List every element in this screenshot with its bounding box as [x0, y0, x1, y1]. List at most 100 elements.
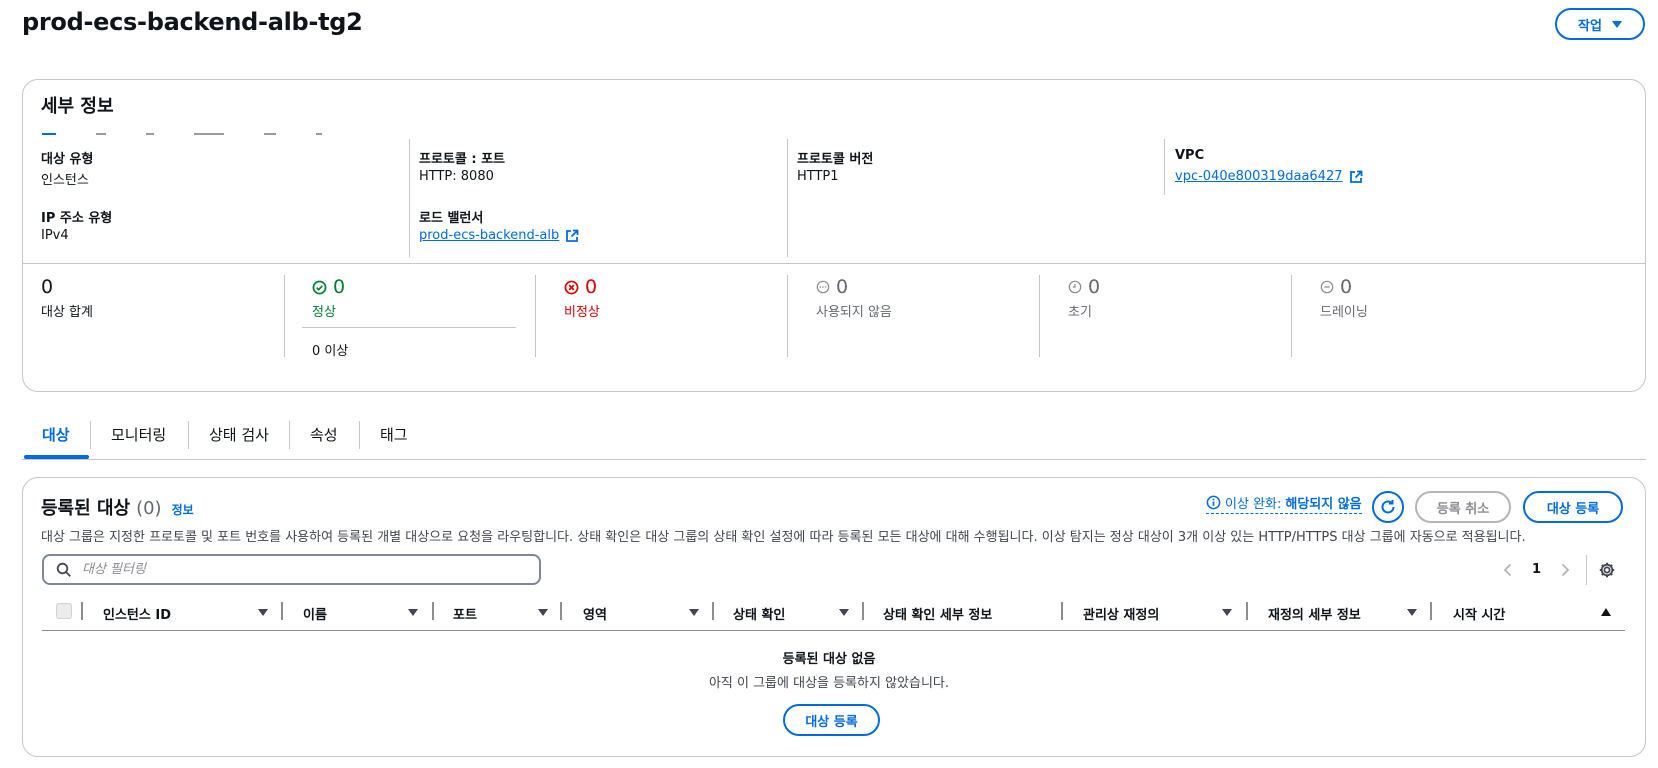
target-type-label: 대상 유형: [41, 152, 94, 167]
tab-monitoring[interactable]: 모니터링: [111, 424, 166, 445]
total-targets-count: 0: [41, 276, 54, 298]
protocol-version-value: HTTP1: [797, 169, 839, 184]
stat-divider: [1291, 275, 1292, 357]
protocol-port-label: 프로토콜 : 포트: [419, 152, 506, 167]
targets-count: (0): [136, 498, 162, 519]
anomaly-value: 해당되지 않음: [1285, 497, 1362, 512]
tab-attributes[interactable]: 속성: [310, 424, 338, 445]
sort-caret-icon[interactable]: [1407, 609, 1417, 616]
targets-title: 등록된 대상: [41, 498, 131, 519]
error-circle-icon: [564, 280, 579, 294]
targets-header: 등록된 대상 (0) 정보: [41, 494, 194, 520]
tab-targets[interactable]: 대상: [42, 424, 70, 445]
target-type-value: 인스턴스: [41, 173, 89, 188]
active-tab-indicator: [24, 455, 89, 459]
stat-divider: [1039, 275, 1040, 357]
next-page-icon[interactable]: [1560, 563, 1570, 577]
column-header-admin-override[interactable]: 관리상 재정의: [1083, 604, 1159, 623]
tab-health-checks[interactable]: 상태 검사: [209, 424, 269, 445]
actions-dropdown-button[interactable]: 작업: [1555, 8, 1645, 40]
initial-label: 초기: [1068, 305, 1092, 320]
register-targets-button[interactable]: 대상 등록: [1523, 491, 1623, 523]
sort-caret-icon[interactable]: [258, 609, 268, 616]
column-header-health-status[interactable]: 상태 확인: [733, 604, 785, 623]
sort-ascending-icon[interactable]: [1601, 608, 1611, 616]
column-separator: [1061, 602, 1063, 620]
table-header-divider: [42, 630, 1625, 631]
current-page-number[interactable]: 1: [1532, 562, 1541, 577]
sort-caret-icon[interactable]: [1222, 609, 1232, 616]
actions-button-label: 작업: [1578, 18, 1602, 34]
healthy-subdivider: [302, 327, 516, 328]
tab-separator: [188, 421, 189, 449]
target-filter-field[interactable]: [42, 554, 541, 585]
tab-tags[interactable]: 태그: [380, 424, 408, 445]
sort-caret-icon[interactable]: [839, 609, 849, 616]
vpc-link[interactable]: vpc-040e800319daa6427: [1175, 169, 1363, 184]
page-title: prod-ecs-backend-alb-tg2: [22, 8, 363, 36]
column-header-health-details[interactable]: 상태 확인 세부 정보: [883, 604, 992, 623]
column-separator: [432, 602, 434, 620]
target-filter-input[interactable]: [82, 562, 522, 577]
refresh-icon: [1381, 500, 1395, 514]
unused-count: 0: [816, 276, 848, 298]
column-divider: [787, 139, 788, 257]
anomaly-count: 0 이상: [312, 344, 349, 359]
external-link-icon: [566, 229, 579, 242]
ip-type-value: IPv4: [41, 228, 69, 243]
load-balancer-link-text: prod-ecs-backend-alb: [419, 228, 560, 243]
empty-state-register-button[interactable]: 대상 등록: [783, 704, 880, 736]
pagination-divider: [1586, 555, 1587, 585]
settings-gear-icon[interactable]: [1598, 561, 1616, 579]
anomaly-mitigation-popover[interactable]: 이상 완화: 해당되지 않음: [1206, 493, 1362, 514]
initial-count: 0: [1068, 276, 1100, 298]
tab-separator: [359, 421, 360, 449]
column-header-launch-time[interactable]: 시작 시간: [1453, 604, 1505, 623]
unhealthy-count: 0: [564, 276, 597, 298]
unused-label: 사용되지 않음: [816, 305, 892, 320]
column-header-instance-id[interactable]: 인스턴스 ID: [103, 604, 171, 623]
column-header-name[interactable]: 이름: [303, 604, 327, 623]
column-separator: [862, 602, 864, 620]
sort-caret-icon[interactable]: [538, 609, 548, 616]
draining-count: 0: [1320, 276, 1352, 298]
column-header-port[interactable]: 포트: [453, 604, 477, 623]
sort-caret-icon[interactable]: [408, 609, 418, 616]
protocol-version-label: 프로토콜 버전: [797, 152, 874, 167]
protocol-port-value: HTTP: 8080: [419, 169, 494, 184]
previous-page-icon[interactable]: [1503, 563, 1513, 577]
column-header-override-details[interactable]: 재정의 세부 정보: [1268, 604, 1361, 623]
stat-divider: [787, 275, 788, 357]
column-header-zone[interactable]: 영역: [583, 604, 607, 623]
caret-down-icon: [1611, 20, 1622, 28]
healthy-count: 0: [312, 276, 345, 298]
empty-state-title: 등록된 대상 없음: [782, 652, 876, 667]
load-balancer-link[interactable]: prod-ecs-backend-alb: [419, 228, 579, 243]
targets-description: 대상 그룹은 지정한 프로토콜 및 포트 번호를 사용하여 등록된 개별 대상으…: [41, 530, 1526, 545]
draining-label: 드레이닝: [1320, 305, 1368, 320]
sort-caret-icon[interactable]: [689, 609, 699, 616]
refresh-button[interactable]: [1372, 491, 1404, 523]
deregister-button[interactable]: 등록 취소: [1415, 491, 1511, 523]
column-separator: [81, 602, 83, 620]
column-divider: [1164, 139, 1165, 195]
ip-type-label: IP 주소 유형: [41, 211, 113, 226]
check-circle-icon: [312, 280, 327, 294]
details-card: [22, 79, 1646, 392]
vpc-link-text: vpc-040e800319daa6427: [1175, 169, 1343, 184]
search-icon: [56, 562, 71, 577]
select-all-checkbox[interactable]: [56, 603, 72, 619]
stats-divider: [22, 263, 1646, 264]
empty-state-subtitle: 아직 이 그룹에 대상을 등록하지 않았습니다.: [708, 676, 950, 691]
minus-circle-icon: [1320, 280, 1334, 294]
details-title: 세부 정보: [41, 96, 114, 117]
healthy-label: 정상: [312, 305, 336, 320]
clipped-content-strip: [42, 133, 742, 139]
external-link-icon: [1349, 170, 1362, 183]
anomaly-prefix: 이상 완화:: [1225, 497, 1282, 512]
column-divider: [409, 139, 410, 257]
tabs-baseline: [22, 459, 1646, 460]
info-link[interactable]: 정보: [172, 501, 194, 518]
info-icon: [1206, 495, 1221, 510]
status-stopped-icon: [816, 280, 830, 294]
